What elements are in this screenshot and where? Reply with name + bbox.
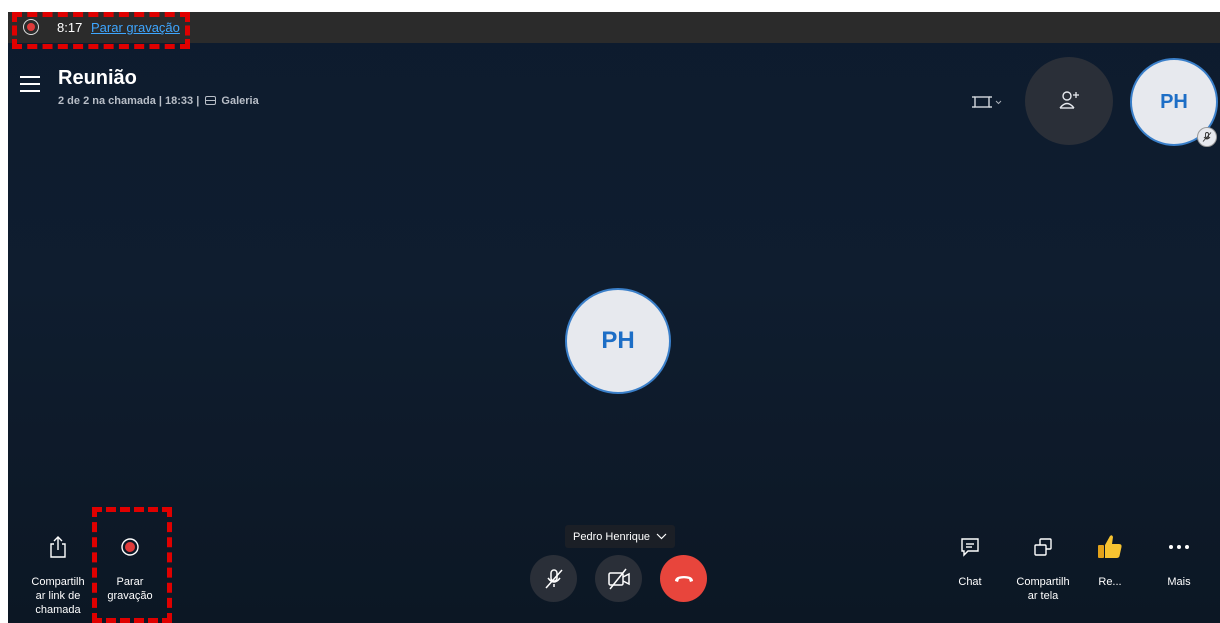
- phone-hangup-icon: [674, 575, 693, 582]
- chat-button[interactable]: Chat: [943, 532, 997, 589]
- share-screen-button[interactable]: Compartilh ar tela: [1008, 532, 1078, 603]
- microphone-off-icon: [544, 568, 563, 588]
- layout-frame-icon: [972, 96, 1002, 108]
- chat-icon: [961, 538, 979, 557]
- share-call-link-button[interactable]: Compartilh ar link de chamada: [22, 532, 94, 617]
- view-mode-label: Galeria: [221, 95, 259, 107]
- participant-name-chip[interactable]: Pedro Henrique: [565, 525, 676, 548]
- call-window: 8:17 Parar gravação Reunião 2 de 2 na ch…: [8, 12, 1220, 623]
- react-button[interactable]: Re...: [1088, 532, 1132, 589]
- add-participant-button[interactable]: [1025, 57, 1113, 145]
- more-icon: [1169, 545, 1189, 549]
- chevron-down-icon: [656, 533, 667, 540]
- meeting-subtitle: 2 de 2 na chamada | 18:33 | Galeria: [58, 95, 259, 107]
- chat-label: Chat: [958, 576, 982, 588]
- camera-off-icon: [607, 568, 630, 589]
- share-upload-icon: [50, 536, 66, 558]
- share-call-link-label: Compartilh ar link de chamada: [31, 576, 85, 616]
- hang-up-button[interactable]: [660, 555, 707, 602]
- more-label: Mais: [1167, 576, 1191, 588]
- react-label: Re...: [1098, 576, 1122, 588]
- hamburger-menu-icon[interactable]: [20, 76, 40, 92]
- highlight-annotation: [92, 507, 172, 623]
- muted-badge-icon: [1197, 127, 1217, 147]
- highlight-annotation: [12, 12, 190, 49]
- share-screen-icon: [1034, 538, 1052, 556]
- meeting-title: Reunião: [58, 67, 137, 89]
- add-person-icon: [1059, 91, 1079, 109]
- mute-microphone-button[interactable]: [530, 555, 577, 602]
- call-status-text: 2 de 2 na chamada | 18:33 |: [58, 95, 200, 107]
- participant-name: Pedro Henrique: [573, 530, 651, 543]
- gallery-icon: [205, 96, 217, 105]
- thumbs-up-icon: [1098, 535, 1122, 558]
- toggle-video-button[interactable]: [595, 555, 642, 602]
- participant-avatar: PH: [565, 288, 671, 394]
- layout-switch-button[interactable]: [970, 92, 1004, 112]
- more-options-button[interactable]: Mais: [1154, 532, 1204, 589]
- share-screen-label: Compartilh ar tela: [1016, 576, 1070, 602]
